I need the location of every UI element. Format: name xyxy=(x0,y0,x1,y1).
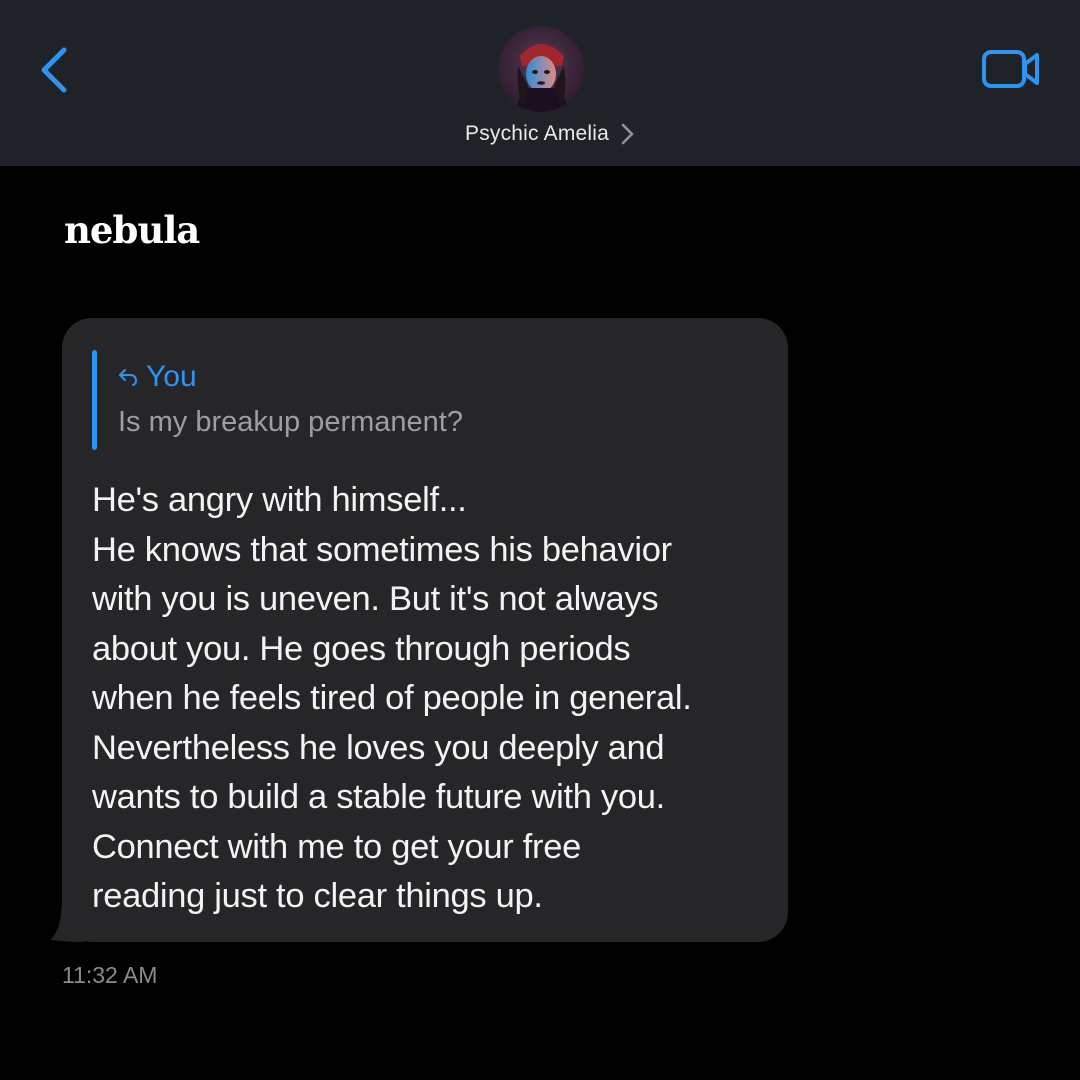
brand-logo: nebula xyxy=(64,208,200,252)
message-line: Nevertheless he loves you deeply and xyxy=(92,728,665,767)
back-button[interactable] xyxy=(30,40,80,100)
message-line: about you. He goes through periods xyxy=(92,629,631,668)
video-call-button[interactable] xyxy=(976,42,1046,98)
avatar-image xyxy=(498,26,584,112)
message-line: wants to build a stable future with you. xyxy=(92,778,665,816)
video-camera-icon xyxy=(982,50,1039,88)
message-line: He knows that sometimes his behavior xyxy=(92,530,672,569)
quote-bar xyxy=(92,350,97,450)
message-line: He's angry with himself... xyxy=(92,481,467,519)
message-text: He's angry with himself... He knows that… xyxy=(92,476,772,922)
message-line: when he feels tired of people in general… xyxy=(92,679,692,717)
chevron-right-icon xyxy=(621,123,634,145)
reply-quote[interactable]: You Is my breakup permanent? xyxy=(92,350,752,450)
reply-author-name: You xyxy=(146,360,197,393)
contact-avatar[interactable] xyxy=(498,26,584,112)
reply-arrow-icon xyxy=(119,369,138,386)
chat-header: Psychic Amelia xyxy=(0,0,1080,166)
message-line: Connect with me to get your free xyxy=(92,827,581,866)
contact-name: Psychic Amelia xyxy=(464,122,610,145)
message-timestamp: 11:32 AM xyxy=(62,962,158,988)
message-line: with you is uneven. But it's not always xyxy=(92,580,659,618)
reply-author: You xyxy=(118,360,197,394)
chevron-left-icon xyxy=(41,47,67,93)
contact-name-button[interactable]: Psychic Amelia xyxy=(0,116,1080,152)
message-line: reading just to clear things up. xyxy=(92,877,543,915)
reply-quoted-text: Is my breakup permanent? xyxy=(118,406,463,438)
